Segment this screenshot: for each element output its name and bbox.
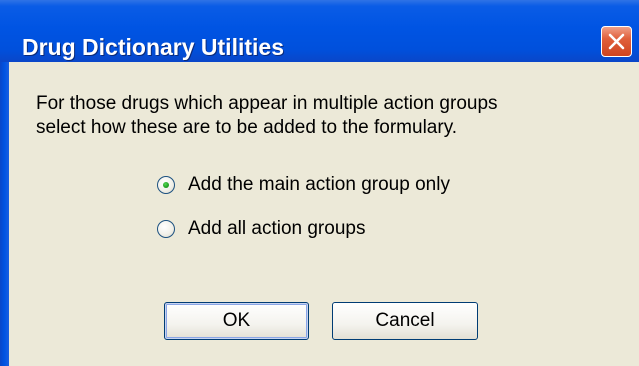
- option-all-action-groups[interactable]: Add all action groups: [157, 216, 365, 242]
- cancel-button[interactable]: Cancel: [332, 302, 478, 340]
- instruction-line: select how these are to be added to the …: [36, 117, 458, 138]
- radio-selected-dot: [163, 182, 169, 188]
- option-label[interactable]: Add all action groups: [188, 218, 365, 240]
- close-button[interactable]: [601, 26, 632, 57]
- option-label[interactable]: Add the main action group only: [188, 174, 450, 196]
- close-icon: [608, 33, 625, 50]
- instruction-text: For those drugs which appear in multiple…: [36, 92, 596, 140]
- ok-button[interactable]: OK: [164, 302, 309, 340]
- window-title: Drug Dictionary Utilities: [22, 34, 284, 60]
- instruction-line: For those drugs which appear in multiple…: [36, 93, 498, 114]
- title-bar[interactable]: Drug Dictionary Utilities: [0, 0, 639, 62]
- option-main-action-group[interactable]: Add the main action group only: [157, 172, 450, 198]
- dialog-window: Drug Dictionary Utilities For those drug…: [0, 0, 639, 366]
- radio-button-selected[interactable]: [157, 176, 175, 194]
- window-frame-left: [0, 62, 9, 366]
- radio-button[interactable]: [157, 220, 175, 238]
- dialog-body: For those drugs which appear in multiple…: [9, 62, 639, 366]
